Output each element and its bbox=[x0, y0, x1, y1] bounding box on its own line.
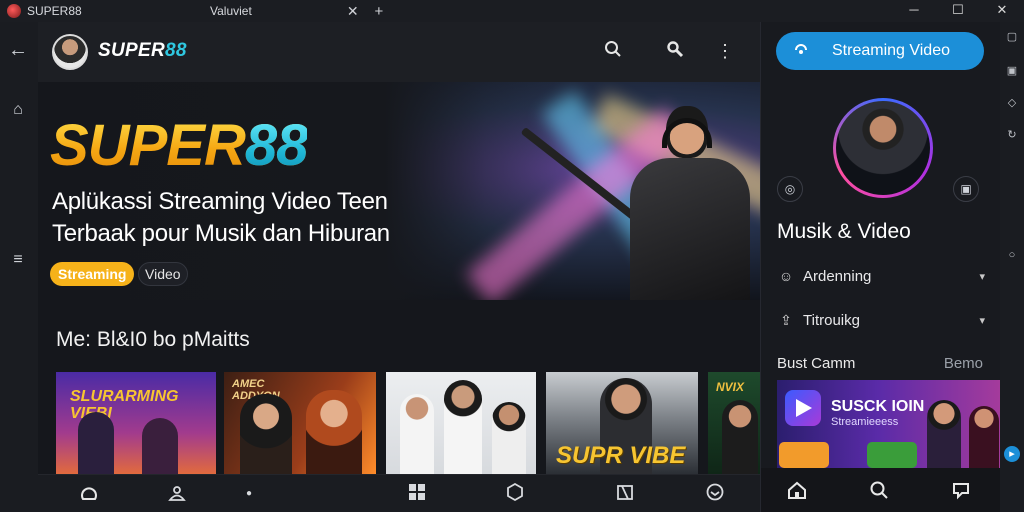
panel-subtitle-text: Bust Camm bbox=[777, 355, 856, 372]
rail-square-icon[interactable]: ▢ bbox=[1005, 30, 1019, 44]
menu-icon[interactable]: ≡ bbox=[8, 250, 28, 270]
hero-banner: SUPER88 Aplükassi Streaming Video Teen T… bbox=[38, 82, 760, 300]
panel-row-titrouikg[interactable]: ⇪ Titrouikg ▾ bbox=[777, 308, 985, 332]
promo-title: SUSCK IOIN bbox=[831, 398, 925, 415]
promo-figure bbox=[969, 406, 999, 468]
library-icon[interactable] bbox=[614, 483, 636, 505]
tab-super88[interactable]: SUPER88 bbox=[0, 0, 210, 22]
right-rail: ▢ ▣ ◇ ↻ ○ ▸ bbox=[1000, 22, 1024, 512]
panel-row-ardenning[interactable]: ☺ Ardenning ▾ bbox=[777, 264, 985, 288]
chevron-down-icon: ▾ bbox=[979, 270, 985, 283]
shield-icon[interactable] bbox=[504, 482, 526, 505]
card-figure bbox=[240, 394, 292, 474]
home-icon[interactable] bbox=[78, 483, 100, 505]
chevron-down-icon: ▾ bbox=[979, 314, 985, 327]
app-window: SUPER88 Valuviet ✕ + ─ ☐ ✕ ← ⌂ ≡ SUPER88… bbox=[0, 0, 1024, 512]
zoom-icon[interactable] bbox=[664, 40, 686, 62]
hero-logo-text: SUPER bbox=[50, 113, 245, 178]
profile-icon[interactable] bbox=[166, 483, 188, 505]
grid-icon[interactable] bbox=[406, 483, 428, 505]
rail-pin-icon[interactable]: ◇ bbox=[1005, 96, 1019, 110]
video-card[interactable]: NVIX bbox=[708, 372, 760, 474]
chat-icon[interactable] bbox=[951, 480, 971, 505]
home-icon[interactable] bbox=[787, 480, 807, 505]
profile-image[interactable] bbox=[833, 98, 933, 198]
panel-subtitle: Bust Camm Bemo bbox=[777, 355, 983, 372]
hero-headline-line1: Aplükassi Streaming Video Teen bbox=[52, 188, 388, 215]
card-figure bbox=[444, 380, 482, 474]
close-button[interactable]: ✕ bbox=[980, 0, 1024, 22]
left-rail: ← ⌂ ≡ bbox=[0, 22, 38, 512]
dot-icon: ● bbox=[245, 488, 253, 499]
panel-title: Musik & Video bbox=[777, 220, 911, 243]
app-thumb[interactable] bbox=[779, 442, 829, 468]
smile-icon: ☺ bbox=[778, 268, 794, 284]
broadcast-icon bbox=[790, 42, 812, 61]
video-tag[interactable]: Video bbox=[138, 262, 188, 286]
more-icon[interactable]: ⋮ bbox=[714, 40, 736, 62]
window-controls: ─ ☐ ✕ bbox=[892, 0, 1024, 22]
close-tab-icon[interactable]: ✕ bbox=[347, 3, 359, 20]
video-card[interactable]: AMEC ADDYON bbox=[224, 372, 376, 474]
side-panel: Streaming Video ◎ ▣ Musik & Video ☺ Arde… bbox=[760, 22, 1001, 512]
row-label: Titrouikg bbox=[803, 311, 860, 329]
rail-window-icon[interactable]: ▣ bbox=[1005, 64, 1019, 78]
home-icon[interactable]: ⌂ bbox=[8, 100, 28, 120]
new-tab-button[interactable]: + bbox=[375, 3, 384, 20]
singer-image bbox=[520, 102, 758, 300]
title-bar: SUPER88 Valuviet ✕ + ─ ☐ ✕ bbox=[0, 0, 1024, 22]
section-title: Me: Bl&I0 bo pMaitts bbox=[56, 328, 250, 351]
search-icon[interactable] bbox=[602, 40, 624, 62]
card-figure bbox=[78, 412, 114, 474]
rail-play-icon[interactable]: ▸ bbox=[1004, 446, 1020, 462]
card-title: SUPR VIBE bbox=[556, 442, 686, 469]
brand-text: SUPER bbox=[98, 40, 165, 61]
share-icon: ⇪ bbox=[780, 311, 792, 328]
streaming-tag[interactable]: Streaming bbox=[50, 262, 135, 286]
panel-subtitle-link[interactable]: Bemo bbox=[944, 355, 983, 372]
card-figure bbox=[722, 400, 758, 474]
promo-figure bbox=[927, 400, 961, 468]
app-thumb[interactable] bbox=[867, 442, 917, 468]
photo-icon[interactable]: ▣ bbox=[953, 176, 979, 202]
tab-title: SUPER88 bbox=[27, 4, 82, 18]
camera-icon[interactable]: ◎ bbox=[777, 176, 803, 202]
video-card[interactable]: SLURARMING VIEBI bbox=[56, 372, 216, 474]
brand-number: 88 bbox=[164, 40, 187, 61]
video-card[interactable] bbox=[386, 372, 536, 474]
app-header: SUPER88 ⋮ bbox=[38, 22, 760, 82]
streaming-video-button[interactable]: Streaming Video bbox=[776, 32, 984, 70]
tab-title: Valuviet bbox=[210, 4, 252, 18]
avatar[interactable] bbox=[52, 34, 88, 70]
row-label: Ardenning bbox=[803, 267, 872, 285]
rail-sync-icon[interactable]: ↻ bbox=[1005, 128, 1019, 142]
card-figure bbox=[492, 402, 526, 474]
tab-logo-icon bbox=[7, 4, 21, 18]
maximize-button[interactable]: ☐ bbox=[936, 0, 980, 22]
streaming-video-label: Streaming Video bbox=[832, 42, 950, 59]
back-arrow-icon[interactable]: ← bbox=[8, 40, 28, 60]
download-icon[interactable] bbox=[704, 483, 726, 505]
card-figure bbox=[400, 394, 434, 474]
search-icon[interactable] bbox=[869, 480, 889, 505]
hero-logo: SUPER88 bbox=[50, 112, 309, 179]
minimize-button[interactable]: ─ bbox=[892, 0, 936, 22]
brand-logo[interactable]: SUPER88 bbox=[98, 40, 187, 62]
bottom-nav: ● bbox=[38, 474, 760, 512]
promo-subtitle: Streamieeess bbox=[831, 416, 899, 428]
promo-banner[interactable]: SUSCK IOIN Streamieeess bbox=[777, 380, 1001, 468]
video-card[interactable]: SUPR VIBE bbox=[546, 372, 698, 474]
tab-valuviet[interactable]: Valuviet ✕ bbox=[210, 0, 359, 22]
card-figure bbox=[306, 390, 362, 474]
rail-circle-icon[interactable]: ○ bbox=[1005, 248, 1019, 262]
card-title: NVIX bbox=[716, 380, 745, 394]
hero-headline-line2: Terbaak pour Musik dan Hiburan bbox=[52, 220, 390, 247]
panel-nav bbox=[761, 468, 1001, 512]
play-logo-icon bbox=[785, 390, 821, 426]
hero-logo-number: 88 bbox=[244, 113, 309, 178]
card-figure bbox=[142, 418, 178, 474]
